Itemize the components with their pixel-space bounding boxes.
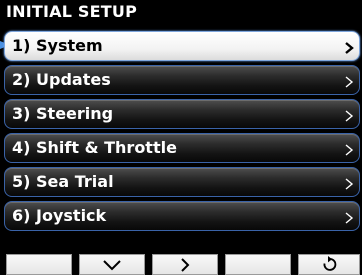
- menu-item-shift-throttle[interactable]: 4) Shift & Throttle: [4, 133, 360, 163]
- chevron-right-icon: [344, 108, 354, 122]
- softkey-bar: [0, 252, 362, 275]
- softkey-1-button[interactable]: [6, 254, 72, 275]
- chevron-right-icon: [344, 142, 354, 156]
- menu-item-updates[interactable]: 2) Updates: [4, 65, 360, 95]
- menu-item-system[interactable]: 1) System: [4, 31, 360, 61]
- softkey-4-button[interactable]: [225, 254, 291, 275]
- menu-item-joystick[interactable]: 6) Joystick: [4, 201, 360, 231]
- menu-item-steering[interactable]: 3) Steering: [4, 99, 360, 129]
- chevron-right-icon: [344, 74, 354, 88]
- menu-item-label: 4) Shift & Throttle: [12, 138, 177, 157]
- menu-item-label: 5) Sea Trial: [12, 172, 114, 191]
- chevron-right-icon: [344, 40, 354, 54]
- softkey-back-button[interactable]: [298, 254, 360, 275]
- menu-item-label: 6) Joystick: [12, 206, 107, 225]
- menu-item-label: 2) Updates: [12, 70, 111, 89]
- menu-item-label: 3) Steering: [12, 104, 114, 123]
- chevron-right-icon: [344, 210, 354, 224]
- softkey-down-button[interactable]: [79, 254, 145, 275]
- initial-setup-screen: INITIAL SETUP 1) System 2) Updates 3) St…: [0, 0, 362, 275]
- menu-item-sea-trial[interactable]: 5) Sea Trial: [4, 167, 360, 197]
- header-bar: INITIAL SETUP: [0, 0, 362, 24]
- softkey-right-button[interactable]: [152, 254, 218, 275]
- page-title: INITIAL SETUP: [6, 2, 137, 21]
- chevron-right-icon: [344, 176, 354, 190]
- menu-item-label: 1) System: [12, 36, 103, 55]
